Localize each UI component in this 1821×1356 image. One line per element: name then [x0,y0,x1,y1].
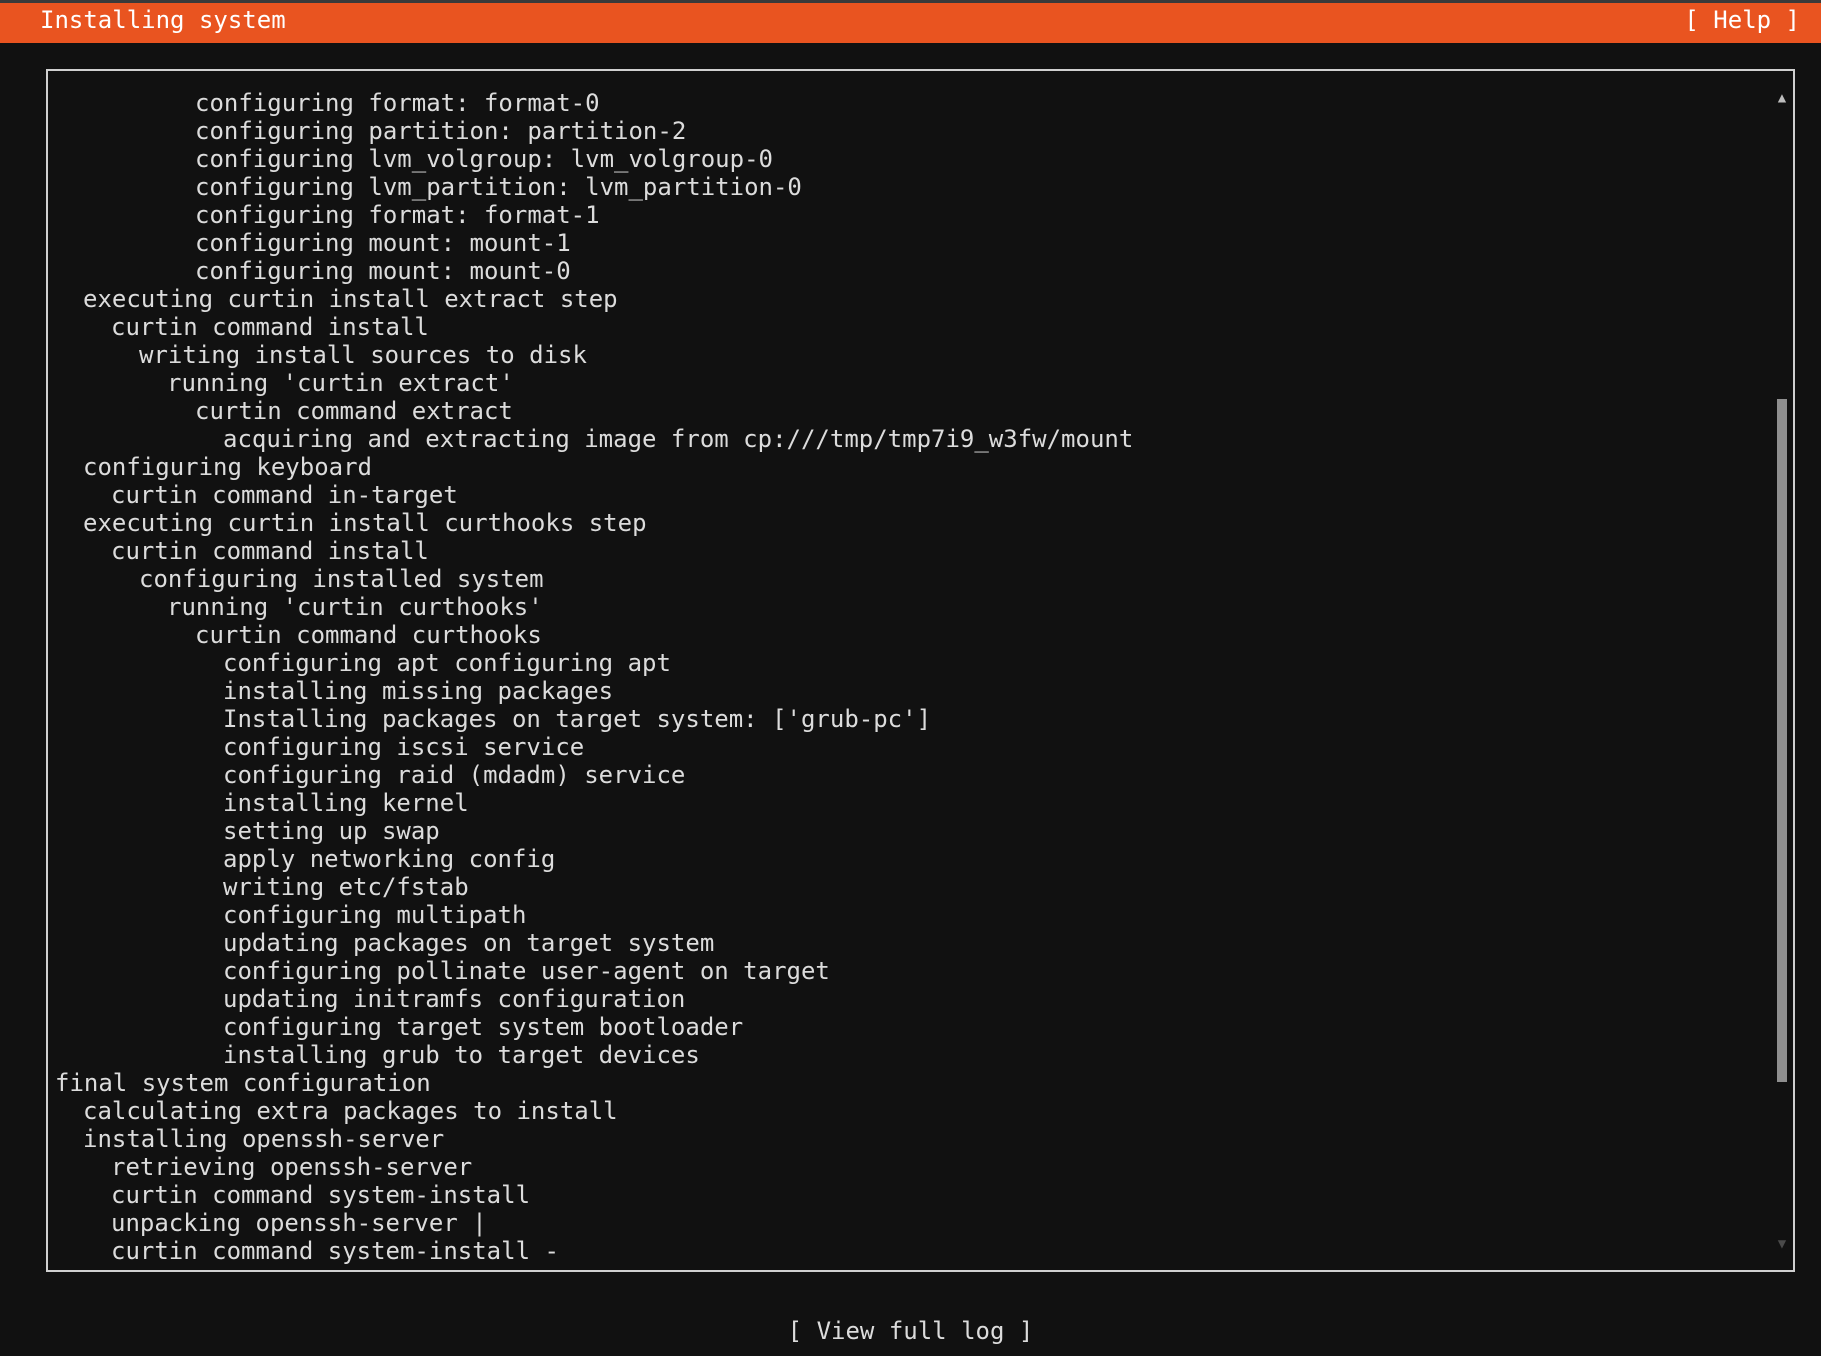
log-line: configuring iscsi service [223,733,585,761]
scroll-down-arrow-icon[interactable]: ▼ [1775,1237,1789,1251]
log-line: configuring multipath [223,901,527,929]
log-line: acquiring and extracting image from cp:/… [223,425,1134,453]
log-line: configuring lvm_volgroup: lvm_volgroup-0 [195,145,773,173]
log-line: configuring pollinate user-agent on targ… [223,957,830,985]
log-line: Installing packages on target system: ['… [223,705,932,733]
log-line: configuring mount: mount-0 [195,257,571,285]
log-line: calculating extra packages to install [83,1097,618,1125]
install-log-panel: configuring format: format-0 configuring … [46,69,1795,1272]
log-line: installing missing packages [223,677,614,705]
page-title: Installing system [40,6,286,34]
log-line: configuring raid (mdadm) service [223,761,686,789]
log-line: curtin command install [111,313,429,341]
log-line: configuring target system bootloader [223,1013,744,1041]
log-line: configuring apt configuring apt [223,649,671,677]
log-scrollbar[interactable]: ▲ ▼ [1775,91,1789,1251]
log-line: executing curtin install curthooks step [83,509,647,537]
log-line: configuring lvm_partition: lvm_partition… [195,173,802,201]
scroll-up-arrow-icon[interactable]: ▲ [1775,91,1789,105]
log-line: configuring mount: mount-1 [195,229,571,257]
log-line: installing grub to target devices [223,1041,700,1069]
log-line: curtin command system-install - [111,1237,559,1265]
log-line: updating initramfs configuration [223,985,686,1013]
log-line: curtin command extract [195,397,513,425]
log-line: curtin command system-install [111,1181,531,1209]
log-line: setting up swap [223,817,440,845]
log-line: curtin command in-target [111,481,458,509]
log-line: running 'curtin extract' [167,369,514,397]
log-line: curtin command curthooks [195,621,542,649]
log-line: installing kernel [223,789,469,817]
log-line: installing openssh-server [83,1125,445,1153]
log-line: configuring format: format-1 [195,201,600,229]
log-line: configuring partition: partition-2 [195,117,687,145]
title-bar: Installing system [ Help ] [0,3,1821,43]
log-line: unpacking openssh-server | [111,1209,487,1237]
log-line: configuring keyboard [83,453,372,481]
view-full-log-button[interactable]: [ View full log ] [0,1316,1821,1346]
log-line: executing curtin install extract step [83,285,618,313]
log-line: configuring format: format-0 [195,89,600,117]
log-line: configuring installed system [139,565,544,593]
log-line: final system configuration [55,1069,431,1097]
help-button[interactable]: [ Help ] [1684,4,1800,36]
log-line: updating packages on target system [223,929,715,957]
scroll-thumb[interactable] [1777,399,1787,1082]
log-line: curtin command install [111,537,429,565]
log-line: retrieving openssh-server [111,1153,473,1181]
log-line: writing etc/fstab [223,873,469,901]
log-lines: configuring format: format-0 configuring … [55,89,1133,1265]
log-line: running 'curtin curthooks' [167,593,543,621]
scroll-track[interactable] [1777,111,1787,1231]
log-line: apply networking config [223,845,556,873]
log-line: writing install sources to disk [139,341,587,369]
